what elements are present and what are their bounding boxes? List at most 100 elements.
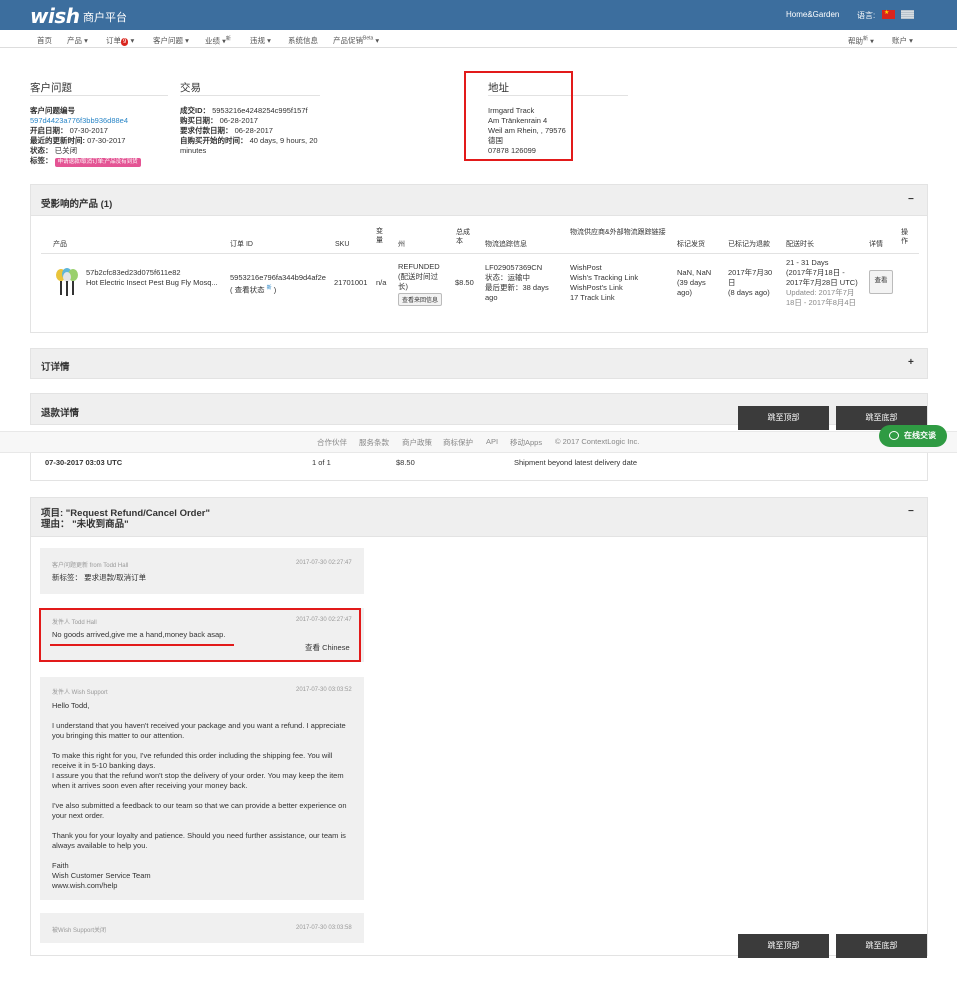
affected-products-body: 产品 订单 ID SKU 变量 州 总成本 物流追踪信息 物流供应商&外部物流跟… (30, 216, 928, 333)
nav-performance[interactable]: 业绩 ▾新 (205, 35, 231, 47)
platform-title: 商户平台 (83, 12, 127, 24)
mark-ship-value: NaN, NaN (39 days ago) (677, 268, 712, 297)
nav-products[interactable]: 产品 ▾ (67, 35, 88, 46)
refund-amount: $8.50 (396, 458, 415, 467)
nav-help-label: 帮助 (848, 36, 863, 46)
message-line: Wish Customer Service Team (52, 871, 151, 880)
state-note: (配送时间过长) (398, 272, 438, 291)
issue-title: 项目: "Request Refund/Cancel Order" 理由： "未… (41, 508, 210, 530)
nav-account[interactable]: 账户 ▾ (892, 35, 913, 46)
tag-label: 标签： (30, 156, 53, 165)
view-status-close: ) (271, 285, 277, 295)
refund-req-value: 06-28-2017 (234, 126, 273, 135)
divider (41, 253, 919, 254)
wishpost-link[interactable]: WishPost's Link (570, 283, 623, 293)
message-card: 被Wish Support关闭 2017-07-30 03:03:58 (40, 913, 364, 943)
affected-products-header[interactable]: 受影响的产品 (1) − (30, 184, 928, 216)
scroll-to-top-button[interactable]: 跳至顶部 (738, 934, 829, 958)
china-flag-icon[interactable] (882, 9, 895, 19)
issue-id-label: 客户问题编号 (30, 106, 75, 115)
footer-api-link[interactable]: API (486, 437, 498, 446)
variant-value: n/a (376, 278, 387, 287)
nav-infractions[interactable]: 违规 ▾ (250, 35, 271, 46)
order-detail-header[interactable]: 订详情 + (30, 348, 928, 379)
nav-customer-issues[interactable]: 客户问题 ▾ (153, 35, 189, 46)
chevron-down-icon: ▾ (375, 36, 380, 45)
collapse-icon[interactable]: − (908, 194, 914, 205)
view-history-button[interactable]: 查看来回信息 (398, 293, 443, 306)
order-id-link[interactable]: 5953216e796fa344b9d4af2e (230, 273, 326, 283)
scroll-to-bottom-button[interactable]: 跳至底部 (836, 934, 927, 958)
delivery-updated: Updated: 2017年7月18日 - 2017年8月4日 (786, 288, 857, 307)
message-from: 被Wish Support关闭 (52, 928, 107, 934)
product-id-link[interactable]: 57b2cfc83ed23d075f611e82 (86, 268, 181, 278)
view-status[interactable]: ( 查看状态 新 ) (230, 283, 276, 296)
nav-system[interactable]: 系统信息 (288, 35, 318, 46)
wish-tracking-link[interactable]: Wish's Tracking Link (570, 273, 638, 283)
col-cost: 总成本 (456, 229, 470, 245)
category-label[interactable]: Home&Garden (786, 10, 839, 19)
expand-icon[interactable]: + (908, 357, 914, 368)
status-badge: 申请退款/取消订单;产品没有到货 (54, 158, 141, 167)
tracking-status-value: 运输中 (507, 273, 531, 282)
nav-help[interactable]: 帮助新 ▾ (848, 35, 874, 47)
nav-promotions[interactable]: 产品促销Beta ▾ (333, 35, 379, 46)
footer-copyright: © 2017 ContextLogic Inc. (555, 437, 640, 446)
divider (30, 95, 168, 96)
issue-title-line2: 理由： "未收到商品" (41, 519, 129, 530)
language-label: 语言: (857, 11, 876, 20)
footer-partners-link[interactable]: 合作伙伴 (317, 437, 347, 448)
wish-logo[interactable]: wish (30, 4, 80, 28)
product-thumbnail[interactable] (55, 267, 79, 297)
message-body: Hello Todd, I understand that you haven'… (52, 701, 352, 891)
col-variant: 变量 (376, 228, 383, 244)
footer-apps-link[interactable]: 移动Apps (510, 437, 542, 448)
top-bar: wish 商户平台 Home&Garden 语言: (0, 0, 957, 30)
message-line: Hello Todd, (52, 701, 90, 710)
nav-orders[interactable]: 订单 9 ▾ (106, 35, 134, 46)
footer-policy-link[interactable]: 商户政策 (402, 437, 432, 448)
footer-terms-link[interactable]: 服务条款 (359, 437, 389, 448)
refund-detail-title: 退款详情 (41, 408, 80, 419)
delivery-dates: (2017年7月18日 - 2017年7月28日 UTC) (786, 268, 858, 287)
beta-sup: Beta (363, 35, 374, 42)
tracking-status-label: 状态： (485, 273, 508, 282)
message-line: Faith (52, 861, 69, 870)
updated-value: 07-30-2017 (87, 136, 126, 145)
nav-home[interactable]: 首页 (37, 35, 52, 46)
opened-value: 07-30-2017 (69, 126, 108, 135)
col-sku: SKU (335, 241, 350, 248)
nav-orders-label: 订单 (106, 36, 121, 45)
tracking-number-link[interactable]: LF029057369CN (485, 263, 542, 273)
orders-count-badge: 9 (121, 38, 129, 46)
scroll-to-top-button[interactable]: 跳至顶部 (738, 406, 829, 430)
message-card: 发件人 Wish Support 2017-07-30 03:03:52 Hel… (40, 677, 364, 900)
status-value: 已关闭 (54, 146, 78, 155)
message-date: 2017-07-30 03:03:52 (296, 687, 352, 693)
customer-issue-info: 客户问题编号 597d4423a776f3bb936d88e4 开启日期： 07… (30, 106, 175, 167)
address-highlight-box (464, 71, 573, 161)
order-detail-title: 订详情 (41, 362, 70, 373)
issue-id-link[interactable]: 597d4423a776f3bb936d88e4 (30, 116, 128, 125)
footer-trademark-link[interactable]: 商标保护 (443, 437, 473, 448)
transaction-info: 成交ID： 5953216e4248254c995f157f 购买日期： 06-… (180, 106, 325, 156)
tracking-updated-label: 最后更新： (485, 283, 523, 292)
message-highlight-box (39, 608, 361, 662)
chevron-down-icon: ▾ (130, 36, 135, 45)
collapse-icon[interactable]: − (908, 506, 914, 517)
issue-header[interactable]: 项目: "Request Refund/Cancel Order" 理由： "未… (30, 497, 928, 537)
message-line: www.wish.com/help (52, 881, 118, 890)
col-provider: 物流供应商&外部物流跟踪链接 (570, 229, 666, 236)
col-state: 州 (398, 241, 405, 248)
refund-count: 1 of 1 (312, 458, 331, 467)
divider (180, 95, 320, 96)
message-line: I understand that you haven't received y… (52, 721, 346, 740)
us-flag-icon[interactable] (901, 10, 914, 19)
delivery-range: 21 - 31 Days (786, 258, 829, 267)
purchase-value: 06-28-2017 (219, 116, 258, 125)
17track-link[interactable]: 17 Track Link (570, 293, 615, 303)
view-detail-button[interactable]: 查看 (869, 270, 893, 294)
marked-refund-ago: (8 days ago) (728, 288, 770, 297)
customer-issue-title: 客户问题 (30, 82, 72, 94)
